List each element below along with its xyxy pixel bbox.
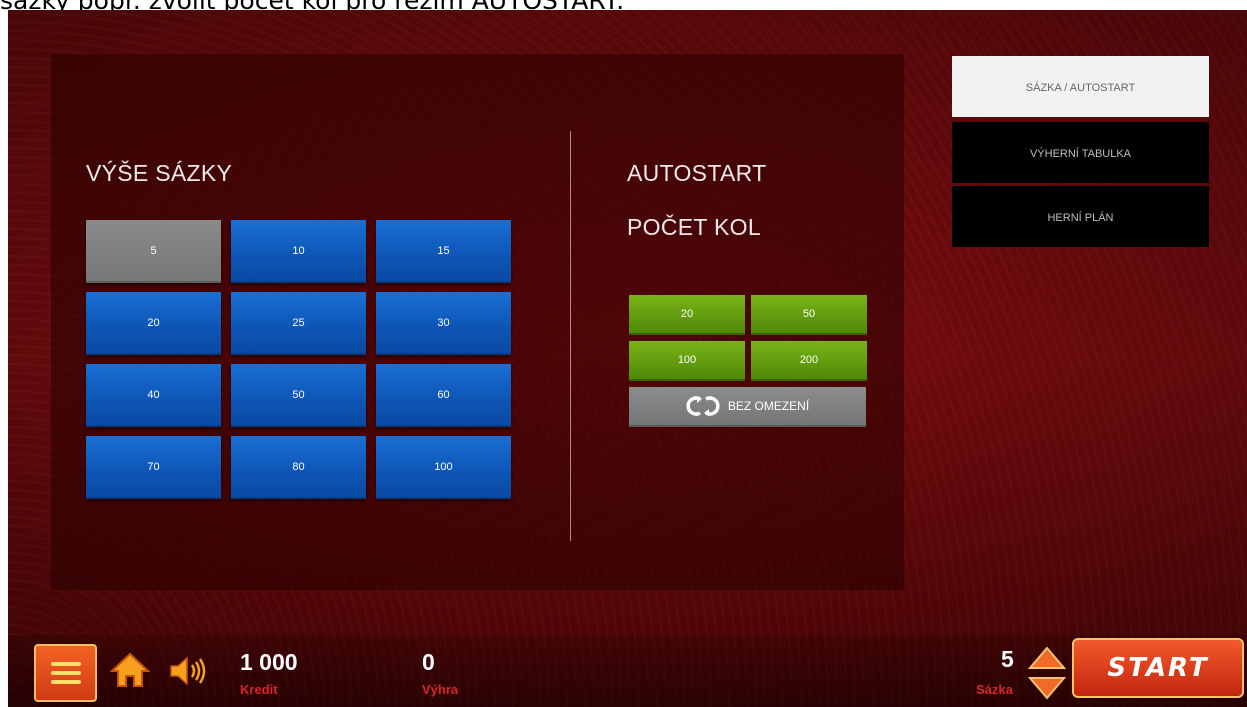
rounds-option-button[interactable]: 50	[751, 295, 867, 335]
credit-value: 1 000	[240, 649, 298, 675]
tab-paytable[interactable]: VÝHERNÍ TABULKA	[952, 122, 1209, 183]
panel-divider	[570, 131, 571, 541]
win-label: Výhra	[422, 682, 459, 697]
bet-option-button[interactable]: 5	[86, 220, 221, 283]
bet-label: Sázka	[976, 682, 1013, 697]
bet-option-button[interactable]: 20	[86, 292, 221, 355]
bet-option-button[interactable]: 100	[376, 436, 511, 499]
settings-panel: VÝŠE SÁZKY 5 10 15 20 25 30 40 50 60 70 …	[51, 54, 904, 590]
tab-bet-autostart[interactable]: SÁZKA / AUTOSTART	[952, 56, 1209, 117]
bet-option-button[interactable]: 15	[376, 220, 511, 283]
menu-icon	[50, 662, 81, 666]
rounds-option-button[interactable]: 20	[629, 295, 745, 335]
win-value: 0	[422, 649, 435, 675]
refresh-icon	[686, 396, 720, 416]
bet-option-button[interactable]: 30	[376, 292, 511, 355]
rounds-option-button[interactable]: 100	[629, 341, 745, 381]
arrow-up-icon[interactable]	[1028, 646, 1066, 670]
bet-option-button[interactable]: 40	[86, 364, 221, 427]
bet-value: 5	[1001, 646, 1014, 672]
bet-option-button[interactable]: 60	[376, 364, 511, 427]
bet-option-button[interactable]: 70	[86, 436, 221, 499]
bet-heading: VÝŠE SÁZKY	[86, 160, 233, 186]
menu-button[interactable]	[34, 644, 97, 702]
home-icon[interactable]	[110, 651, 150, 689]
bet-option-button[interactable]: 10	[231, 220, 366, 283]
autostart-heading: AUTOSTART	[627, 160, 767, 186]
arrow-down-icon[interactable]	[1028, 676, 1066, 700]
unlimited-rounds-button[interactable]: BEZ OMEZENÍ	[629, 387, 866, 427]
rounds-heading: POČET KOL	[627, 214, 761, 240]
bet-option-button[interactable]: 25	[231, 292, 366, 355]
bet-option-button[interactable]: 80	[231, 436, 366, 499]
tab-game-plan[interactable]: HERNÍ PLÁN	[952, 186, 1209, 247]
rounds-option-button[interactable]: 200	[751, 341, 867, 381]
game-screen: VÝŠE SÁZKY 5 10 15 20 25 30 40 50 60 70 …	[8, 10, 1247, 707]
speaker-icon[interactable]	[168, 655, 208, 687]
bet-option-button[interactable]: 50	[231, 364, 366, 427]
start-button[interactable]: START	[1072, 638, 1244, 698]
unlimited-rounds-label: BEZ OMEZENÍ	[727, 399, 810, 413]
credit-label: Kredit	[240, 682, 278, 697]
